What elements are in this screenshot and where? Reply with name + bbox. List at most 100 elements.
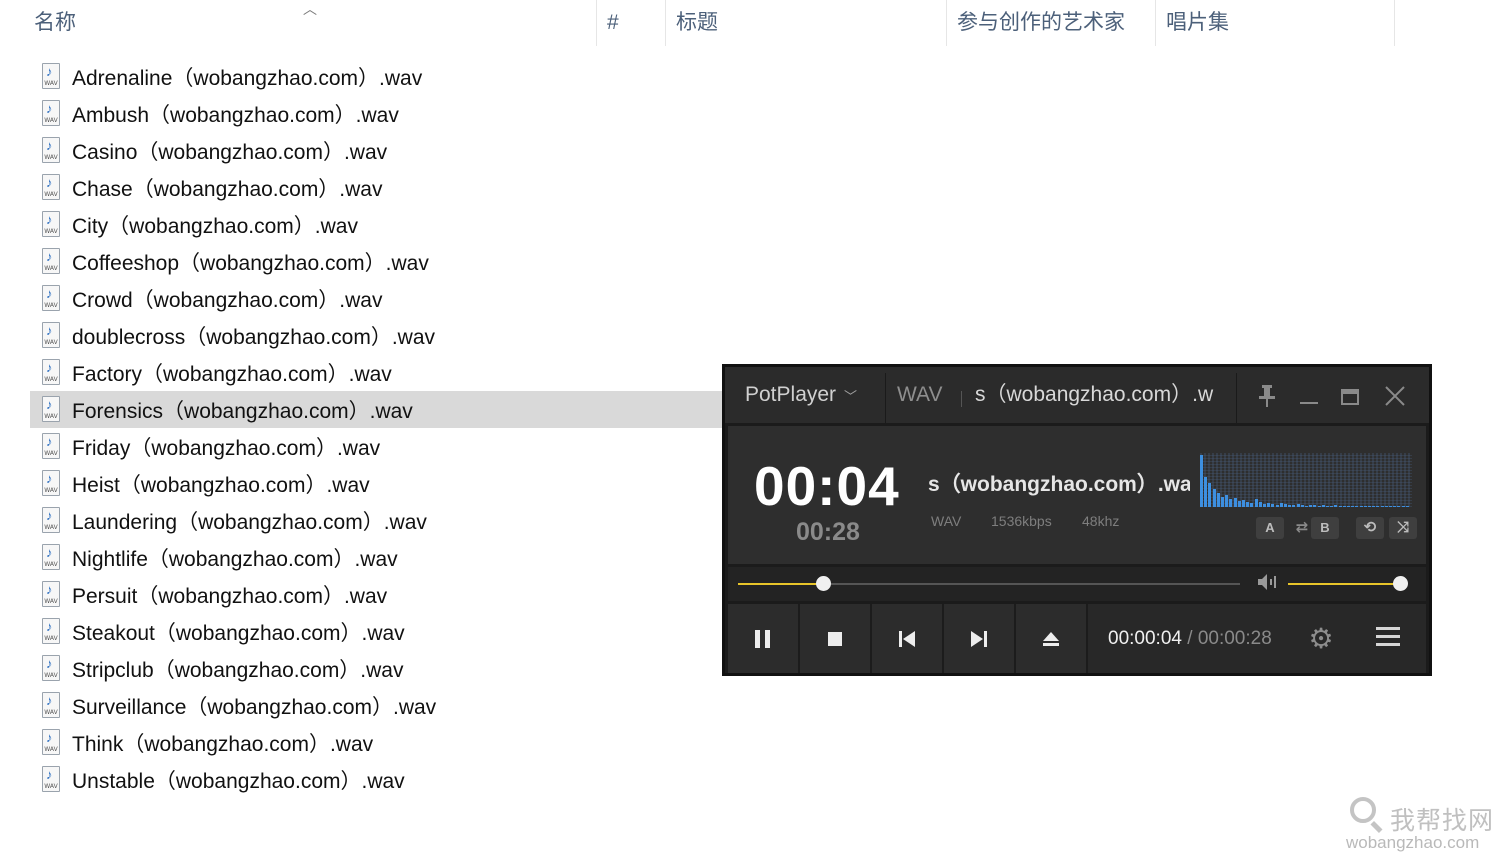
file-icon-label: WAV xyxy=(44,339,58,346)
scrolling-title: s（wobangzhao.com）.w xyxy=(975,383,1214,406)
app-name: PotPlayer xyxy=(745,383,837,406)
spectrum-bar xyxy=(1233,498,1237,507)
wav-file-icon: ♪ WAV xyxy=(40,766,62,793)
spectrum-bar xyxy=(1372,506,1376,507)
file-name: Coffeeshop（wobangzhao.com）.wav xyxy=(72,251,429,275)
file-row[interactable]: ♪ WAV Factory（wobangzhao.com）.wav xyxy=(30,354,724,391)
app-menu-button[interactable]: PotPlayer ﹀ xyxy=(745,367,857,423)
file-row[interactable]: ♪ WAV Stripclub（wobangzhao.com）.wav xyxy=(30,650,724,687)
ab-repeat-b-button[interactable]: B xyxy=(1311,517,1339,539)
file-name: Nightlife（wobangzhao.com）.wav xyxy=(72,547,398,571)
file-row[interactable]: ♪ WAV Surveillance（wobangzhao.com）.wav xyxy=(30,687,724,724)
file-row[interactable]: ♪ WAV Steakout（wobangzhao.com）.wav xyxy=(30,613,724,650)
playback-separator: / xyxy=(1187,628,1193,649)
previous-button[interactable] xyxy=(872,604,942,673)
watermark-logo: 我帮找网 wobangzhao.com xyxy=(1346,795,1498,857)
spectrum-bar xyxy=(1313,505,1317,507)
settings-gear-icon[interactable]: ⚙ xyxy=(1303,604,1339,673)
speaker-icon[interactable] xyxy=(1256,572,1278,597)
wav-file-icon: ♪ WAV xyxy=(40,137,62,164)
playback-current: 00:00:04 xyxy=(1108,628,1182,649)
file-name: Casino（wobangzhao.com）.wav xyxy=(72,140,388,164)
control-divider xyxy=(1086,604,1088,673)
spectrum-bar xyxy=(1351,506,1355,507)
file-icon-label: WAV xyxy=(44,154,58,161)
file-row[interactable]: ♪ WAV Adrenaline（wobangzhao.com）.wav xyxy=(30,58,724,95)
shuffle-icon[interactable]: ⤨ xyxy=(1389,517,1417,539)
spectrum-bar xyxy=(1288,505,1292,507)
spectrum-bar xyxy=(1405,506,1409,507)
file-name: Ambush（wobangzhao.com）.wav xyxy=(72,103,399,127)
spectrum-bar xyxy=(1279,503,1283,507)
ab-repeat-a-button[interactable]: A xyxy=(1256,517,1284,539)
file-row[interactable]: ♪ WAV Heist（wobangzhao.com）.wav xyxy=(30,465,724,502)
spectrum-bar xyxy=(1342,506,1346,507)
eject-button[interactable] xyxy=(1016,604,1086,673)
stop-button[interactable] xyxy=(800,604,870,673)
file-row[interactable]: ♪ WAV doublecross（wobangzhao.com）.wav xyxy=(30,317,724,354)
close-icon[interactable] xyxy=(1377,377,1413,413)
wav-file-icon: ♪ WAV xyxy=(40,507,62,534)
spectrum-bar xyxy=(1292,505,1296,507)
menu-hamburger-icon[interactable] xyxy=(1376,627,1400,647)
wav-file-icon: ♪ WAV xyxy=(40,470,62,497)
file-icon-label: WAV xyxy=(44,524,58,531)
spectrum-bar xyxy=(1267,503,1271,507)
file-row[interactable]: ♪ WAV Casino（wobangzhao.com）.wav xyxy=(30,132,724,169)
spectrum-bar xyxy=(1401,506,1405,507)
player-title-bar[interactable]: PotPlayer ﹀ WAV s（wobangzhao.com）.w xyxy=(725,367,1429,423)
file-row[interactable]: ♪ WAV City（wobangzhao.com）.wav xyxy=(30,206,724,243)
pin-icon[interactable] xyxy=(1249,377,1285,413)
volume-handle[interactable] xyxy=(1393,576,1408,591)
minimize-icon[interactable] xyxy=(1291,377,1327,413)
file-row[interactable]: ♪ WAV Forensics（wobangzhao.com）.wav xyxy=(30,391,724,428)
wav-file-icon: ♪ WAV xyxy=(40,729,62,756)
wav-file-icon: ♪ WAV xyxy=(40,544,62,571)
spectrum-bar xyxy=(1355,506,1359,507)
seek-handle[interactable] xyxy=(816,576,832,591)
spectrum-bar xyxy=(1338,506,1342,507)
file-row[interactable]: ♪ WAV Friday（wobangzhao.com）.wav xyxy=(30,428,724,465)
spectrum-bar xyxy=(1347,506,1350,507)
file-icon-label: WAV xyxy=(44,487,58,494)
file-icon-label: WAV xyxy=(44,709,58,716)
spectrum-bar xyxy=(1212,489,1216,507)
previous-icon xyxy=(899,630,915,647)
spectrum-bar xyxy=(1376,506,1380,507)
file-row[interactable]: ♪ WAV Chase（wobangzhao.com）.wav xyxy=(30,169,724,206)
wav-file-icon: ♪ WAV xyxy=(40,285,62,312)
file-name: Unstable（wobangzhao.com）.wav xyxy=(72,769,405,793)
file-name: Heist（wobangzhao.com）.wav xyxy=(72,473,370,497)
pause-button[interactable] xyxy=(728,604,798,673)
next-button[interactable] xyxy=(944,604,1014,673)
player-info-panel: 00:04 00:28 s（wobangzhao.com）.wa WAV 153… xyxy=(728,426,1426,564)
file-row[interactable]: ♪ WAV Unstable（wobangzhao.com）.wav xyxy=(30,761,724,798)
spectrum-bar xyxy=(1263,504,1266,507)
spectrum-bar xyxy=(1334,505,1338,507)
watermark-zh: 我帮找网 xyxy=(1390,807,1495,835)
file-list: ♪ WAV Adrenaline（wobangzhao.com）.wav ♪ WAV Am… xyxy=(30,58,724,798)
maximize-icon[interactable] xyxy=(1332,377,1368,413)
repeat-icon[interactable]: ⟲ xyxy=(1356,517,1384,539)
file-row[interactable]: ♪ WAV Think（wobangzhao.com）.wav xyxy=(30,724,724,761)
file-name: Forensics（wobangzhao.com）.wav xyxy=(72,399,413,423)
column-header-album[interactable]: 唱片集 xyxy=(1156,0,1394,46)
file-row[interactable]: ♪ WAV Crowd（wobangzhao.com）.wav xyxy=(30,280,724,317)
file-row[interactable]: ♪ WAV Laundering（wobangzhao.com）.wav xyxy=(30,502,724,539)
playback-total: 00:00:28 xyxy=(1197,628,1272,649)
file-name: Think（wobangzhao.com）.wav xyxy=(72,732,374,756)
spectrum-bar xyxy=(1271,504,1275,507)
column-header-title[interactable]: 标题 xyxy=(666,0,946,46)
column-header-number[interactable]: # xyxy=(597,0,665,46)
file-row[interactable]: ♪ WAV Nightlife（wobangzhao.com）.wav xyxy=(30,539,724,576)
file-name: doublecross（wobangzhao.com）.wav xyxy=(72,325,436,349)
spectrum-bar xyxy=(1296,504,1300,507)
file-row[interactable]: ♪ WAV Ambush（wobangzhao.com）.wav xyxy=(30,95,724,132)
file-row[interactable]: ♪ WAV Coffeeshop（wobangzhao.com）.wav xyxy=(30,243,724,280)
file-row[interactable]: ♪ WAV Persuit（wobangzhao.com）.wav xyxy=(30,576,724,613)
file-icon-label: WAV xyxy=(44,450,58,457)
column-header-artist[interactable]: 参与创作的艺术家 xyxy=(947,0,1155,46)
spectrum-bar xyxy=(1208,483,1212,507)
meta-bitrate: 1536kbps xyxy=(991,513,1052,529)
column-divider[interactable] xyxy=(1394,0,1395,46)
